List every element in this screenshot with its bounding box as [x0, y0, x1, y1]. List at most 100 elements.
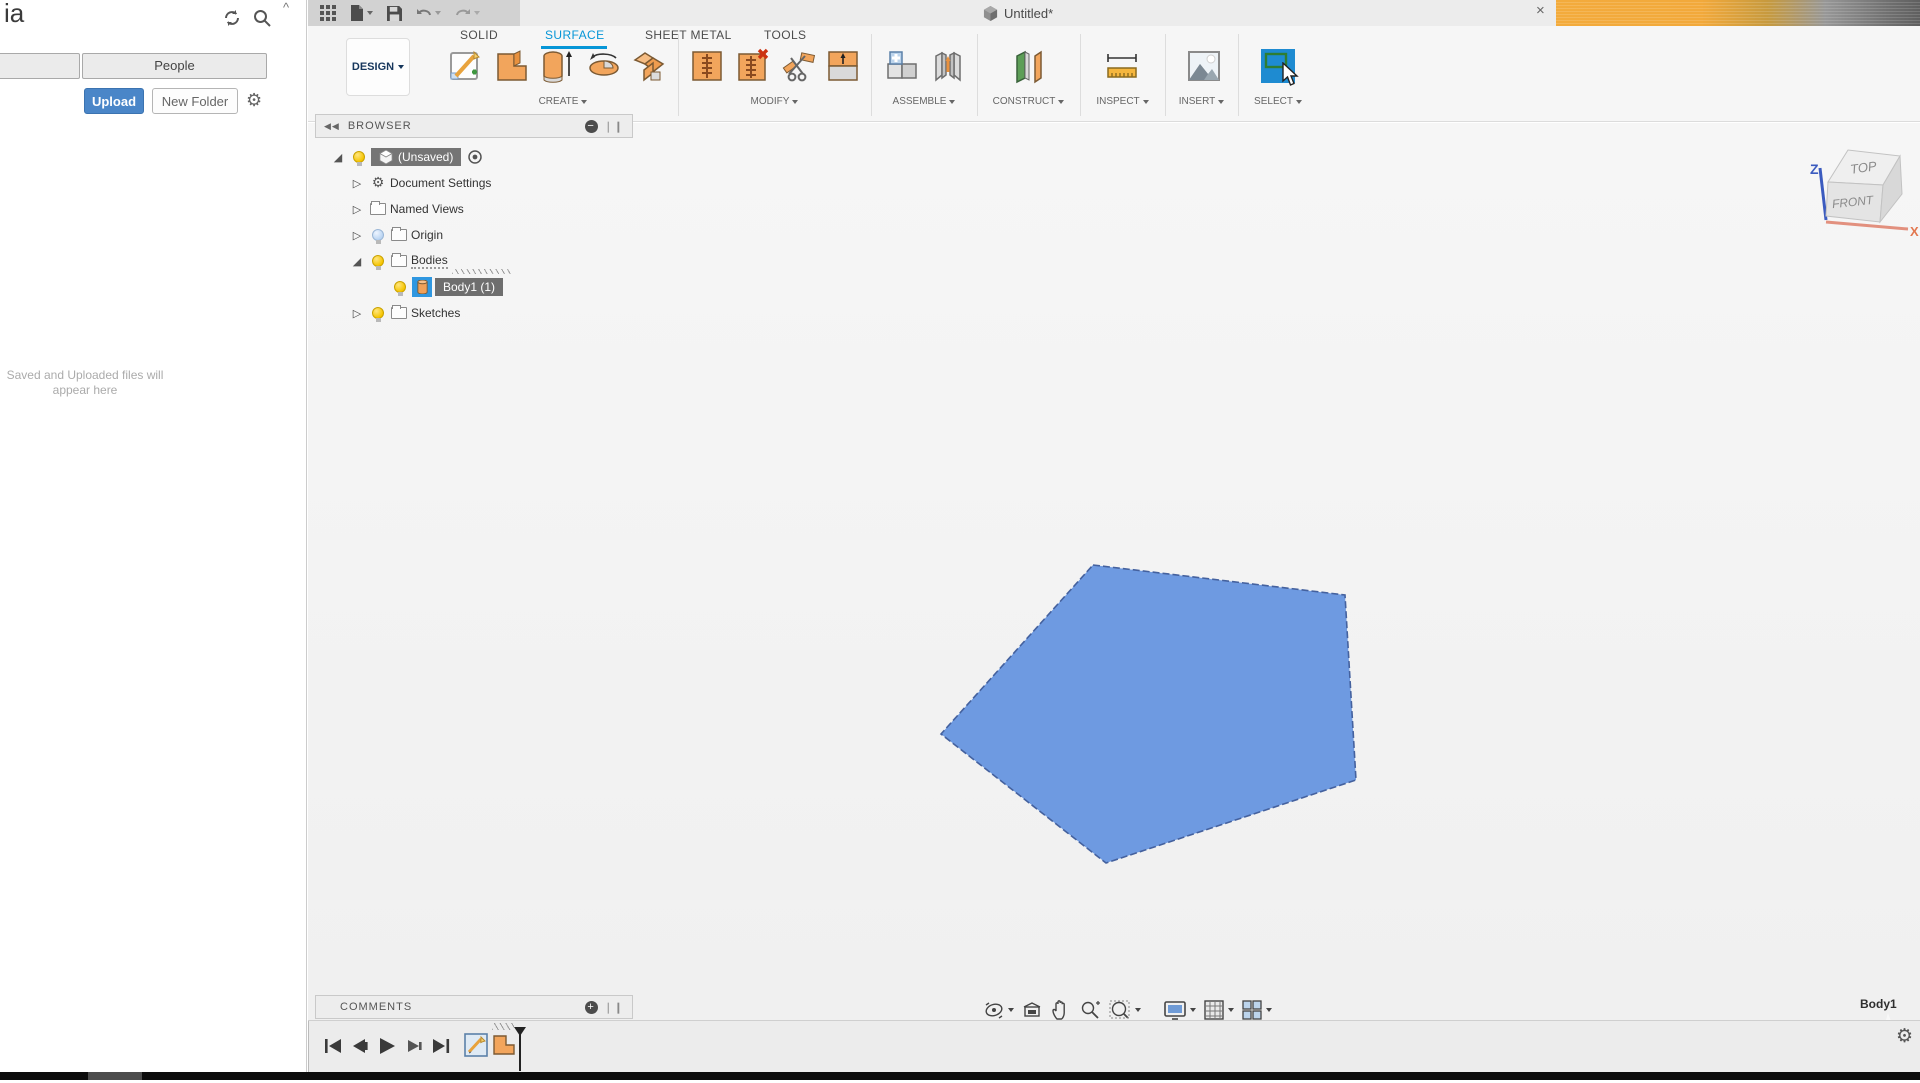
group-label-create[interactable]: CREATE: [448, 96, 678, 107]
trim-icon[interactable]: [781, 48, 817, 84]
refresh-icon[interactable]: [222, 8, 242, 28]
body1-surface[interactable]: [939, 564, 1357, 864]
undo-button[interactable]: [416, 6, 441, 20]
add-comment-icon[interactable]: +: [584, 1000, 598, 1014]
new-component-icon[interactable]: [884, 48, 920, 84]
surface-patch-icon[interactable]: [631, 48, 667, 84]
comments-grip-icon[interactable]: ❘❙: [604, 1001, 624, 1014]
search-icon[interactable]: [252, 8, 272, 28]
body1-label[interactable]: Body1 (1): [435, 278, 504, 296]
new-folder-button[interactable]: New Folder: [152, 88, 238, 114]
display-settings[interactable]: [1163, 999, 1196, 1021]
pan-tool[interactable]: [1050, 999, 1072, 1021]
stitch-icon[interactable]: [689, 48, 725, 84]
workspace-label: DESIGN: [351, 61, 395, 73]
look-at-icon: [1023, 1002, 1041, 1017]
save-icon[interactable]: [387, 5, 402, 21]
data-panel-settings-gear-icon[interactable]: ⚙: [246, 90, 262, 111]
app-grid-icon[interactable]: [320, 5, 336, 21]
close-tab-icon[interactable]: ×: [1536, 2, 1545, 19]
redo-button[interactable]: [455, 6, 480, 20]
tree-row-body1[interactable]: Body1 (1): [315, 274, 633, 300]
timeline-go-to-end-button[interactable]: [430, 1035, 452, 1057]
timeline-settings-gear-icon[interactable]: ⚙: [1896, 1025, 1913, 1047]
visibility-bulb-off-icon[interactable]: [372, 229, 384, 244]
timeline-position-marker[interactable]: [514, 1027, 526, 1071]
unstitch-icon[interactable]: [735, 48, 771, 84]
timeline-step-back-button[interactable]: [349, 1035, 371, 1057]
browser-grip-icon[interactable]: ❘❙: [604, 120, 624, 133]
tree-node-label[interactable]: Origin: [411, 228, 443, 242]
measure-icon[interactable]: [1104, 48, 1140, 84]
visibility-bulb-icon[interactable]: [372, 307, 384, 322]
collapsed-arrow-icon[interactable]: ▷: [348, 304, 366, 322]
group-label-select[interactable]: SELECT: [1238, 96, 1318, 107]
tree-node-label[interactable]: Named Views: [390, 202, 464, 216]
zoom-window-tool[interactable]: [1108, 999, 1141, 1021]
group-label-assemble[interactable]: ASSEMBLE: [871, 96, 977, 107]
viewcube[interactable]: TOP FRONT Z X: [1790, 130, 1920, 250]
visibility-bulb-icon[interactable]: [353, 151, 365, 166]
tab-data[interactable]: [0, 53, 80, 79]
browser-minimize-icon[interactable]: −: [584, 119, 598, 133]
group-label-construct[interactable]: CONSTRUCT: [977, 96, 1080, 107]
create-sketch-icon[interactable]: [448, 48, 484, 84]
file-menu[interactable]: [350, 5, 373, 21]
document-tab[interactable]: Untitled*: [983, 0, 1053, 26]
decorative-gradient-band: [1556, 0, 1920, 27]
timeline-extrude-feature[interactable]: [492, 1033, 516, 1057]
orbit-tool[interactable]: [983, 999, 1014, 1021]
model-viewport[interactable]: TOP FRONT Z X ◀◀ BROWSER − ❘❙ ◢ (Unsaved…: [308, 114, 1920, 1083]
tree-row-origin[interactable]: ▷ Origin: [315, 222, 633, 248]
upload-button[interactable]: Upload: [84, 88, 144, 114]
expanded-arrow-icon[interactable]: ◢: [348, 252, 366, 270]
zoom-tool[interactable]: [1079, 999, 1101, 1021]
tree-node-label[interactable]: Sketches: [411, 306, 460, 320]
timeline-step-forward-button[interactable]: [403, 1035, 425, 1057]
collapsed-arrow-icon[interactable]: ▷: [348, 226, 366, 244]
activate-radio-icon[interactable]: [466, 148, 484, 166]
collapsed-arrow-icon[interactable]: ▷: [348, 200, 366, 218]
tree-node-label[interactable]: Document Settings: [390, 176, 491, 190]
z-axis-label: Z: [1810, 161, 1819, 177]
tree-row-sketches[interactable]: ▷ Sketches: [315, 300, 633, 326]
select-tool-icon[interactable]: [1260, 48, 1296, 84]
offset-plane-icon[interactable]: [1011, 48, 1047, 84]
expanded-arrow-icon[interactable]: ◢: [329, 148, 347, 166]
joint-icon[interactable]: [930, 48, 966, 84]
canvas-image-icon[interactable]: [1186, 48, 1222, 84]
ribbon-tab-surface[interactable]: SURFACE: [545, 28, 604, 42]
tree-row-bodies[interactable]: ◢ Bodies: [315, 248, 633, 274]
browser-collapse-icon[interactable]: ◀◀: [324, 121, 340, 132]
collapsed-arrow-icon[interactable]: ▷: [348, 174, 366, 192]
tree-row-root[interactable]: ◢ (Unsaved): [315, 144, 633, 170]
visibility-bulb-icon[interactable]: [394, 281, 406, 296]
workspace-selector[interactable]: DESIGN: [346, 38, 410, 96]
look-at-tool[interactable]: [1021, 999, 1043, 1021]
tab-people[interactable]: People: [82, 53, 267, 79]
root-node-label[interactable]: (Unsaved): [371, 148, 462, 166]
group-label-modify[interactable]: MODIFY: [678, 96, 871, 107]
ribbon-tab-solid[interactable]: SOLID: [460, 28, 498, 42]
visibility-bulb-icon[interactable]: [372, 255, 384, 270]
ribbon-tab-sheetmetal[interactable]: SHEET METAL: [645, 28, 732, 42]
timeline-go-to-start-button[interactable]: [322, 1035, 344, 1057]
tree-row-document-settings[interactable]: ▷ ⚙ Document Settings: [315, 170, 633, 196]
ribbon-tab-tools[interactable]: TOOLS: [764, 28, 806, 42]
surface-revolve-icon[interactable]: [586, 48, 622, 84]
browser-header[interactable]: ◀◀ BROWSER − ❘❙: [315, 114, 633, 138]
surface-extrude-icon[interactable]: [538, 48, 574, 84]
viewports-layout[interactable]: [1241, 999, 1272, 1021]
extend-icon[interactable]: [825, 48, 861, 84]
grid-settings[interactable]: [1203, 999, 1234, 1021]
comments-header[interactable]: COMMENTS + ❘❙: [315, 995, 633, 1019]
group-label-inspect[interactable]: INSPECT: [1080, 96, 1165, 107]
surface-offset-icon[interactable]: [494, 48, 530, 84]
timeline-play-button[interactable]: [376, 1035, 398, 1057]
timeline-divider: [308, 1021, 309, 1073]
tree-node-label[interactable]: Bodies: [411, 253, 448, 269]
tree-row-named-views[interactable]: ▷ Named Views: [315, 196, 633, 222]
panel-collapse-chevron[interactable]: ^: [283, 0, 289, 15]
group-label-insert[interactable]: INSERT: [1165, 96, 1238, 107]
timeline-sketch-feature[interactable]: [464, 1033, 488, 1057]
